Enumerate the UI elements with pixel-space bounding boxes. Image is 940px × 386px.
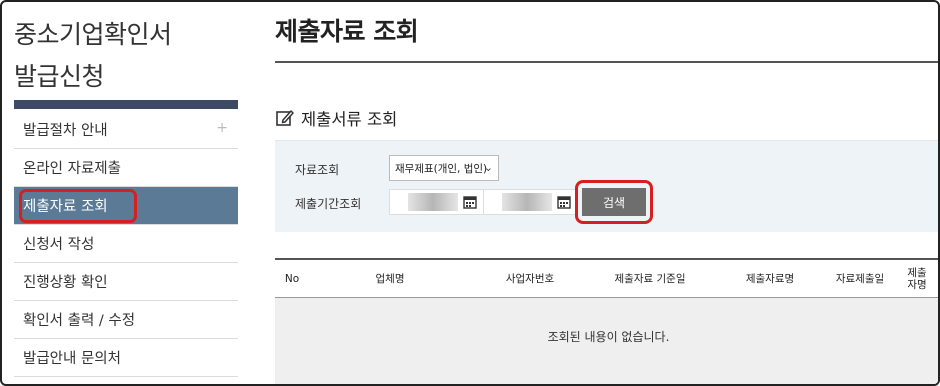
- chevron-down-icon: ⌄: [483, 161, 493, 174]
- sidebar-item-label: 진행상황 확인: [23, 275, 108, 291]
- data-type-select[interactable]: 재무제표(개인, 법인) ⌄: [389, 155, 499, 181]
- sidebar-item-contact[interactable]: 발급안내 문의처: [14, 339, 238, 377]
- edit-icon: [276, 110, 294, 126]
- highlight-box: [575, 180, 653, 224]
- highlight-box: [19, 189, 137, 223]
- sidebar-item-online-submit[interactable]: 온라인 자료제출: [14, 149, 238, 187]
- column-header-submit-date: 자료제출일: [835, 273, 885, 285]
- search-panel: 자료조회 재무제표(개인, 법인) ⌄ 제출기간조회 검색: [275, 140, 938, 232]
- sidebar-item-issue-procedure[interactable]: 발급절차 안내 +: [14, 111, 238, 149]
- sidebar-title: 중소기업확인서 발급신청: [14, 14, 172, 98]
- sidebar-title-line1: 중소기업확인서: [14, 20, 172, 49]
- sidebar-item-label: 발급안내 문의처: [23, 351, 121, 367]
- calendar-icon[interactable]: [463, 195, 477, 209]
- sidebar-title-line2: 발급신청: [14, 62, 105, 91]
- column-header-document-name: 제출자료명: [745, 273, 795, 285]
- section-title-text: 제출서류 조회: [301, 110, 398, 129]
- results-table: No 업체명 사업자번호 제출자료 기준일 제출자료명 자료제출일 제출자명 조…: [275, 258, 938, 384]
- sidebar-item-label: 온라인 자료제출: [23, 161, 121, 177]
- data-type-select-value: 재무제표(개인, 법인): [395, 162, 488, 175]
- start-date-field[interactable]: [389, 189, 484, 215]
- sidebar-item-certificate-print[interactable]: 확인서 출력 / 수정: [14, 301, 238, 339]
- sidebar-item-label: 발급절차 안내: [23, 123, 108, 139]
- column-header-company: 업체명: [375, 273, 405, 285]
- title-divider: [275, 61, 938, 63]
- sidebar-item-application-write[interactable]: 신청서 작성: [14, 225, 238, 263]
- period-lookup-label: 제출기간조회: [295, 197, 362, 211]
- end-date-field[interactable]: [483, 189, 578, 215]
- page-title: 제출자료 조회: [275, 17, 419, 46]
- sidebar: 중소기업확인서 발급신청 발급절차 안내 + 온라인 자료제출 제출자료 조회 …: [2, 2, 240, 384]
- sidebar-item-progress-check[interactable]: 진행상황 확인: [14, 263, 238, 301]
- redacted-date: [408, 193, 458, 211]
- redacted-date: [502, 193, 552, 211]
- sidebar-item-submitted-lookup[interactable]: 제출자료 조회: [14, 187, 238, 225]
- main-content: 제출자료 조회 제출서류 조회 자료조회 재무제표(개인, 법인) ⌄ 제출기간…: [275, 2, 938, 384]
- window-frame: 중소기업확인서 발급신청 발급절차 안내 + 온라인 자료제출 제출자료 조회 …: [0, 0, 940, 386]
- column-header-submitter: 제출자명: [907, 267, 927, 291]
- sidebar-accent-bar: [14, 100, 238, 109]
- calendar-icon[interactable]: [557, 195, 571, 209]
- column-header-base-date: 제출자료 기준일: [614, 273, 686, 285]
- table-body: 조회된 내용이 없습니다.: [275, 298, 938, 384]
- plus-icon: +: [216, 120, 228, 136]
- column-header-business-number: 사업자번호: [505, 273, 555, 285]
- section-title: 제출서류 조회: [275, 106, 397, 130]
- sidebar-item-label: 확인서 출력 / 수정: [23, 313, 136, 329]
- sidebar-item-label: 신청서 작성: [23, 237, 95, 253]
- table-header: No 업체명 사업자번호 제출자료 기준일 제출자료명 자료제출일 제출자명: [275, 258, 938, 298]
- sidebar-nav: 발급절차 안내 + 온라인 자료제출 제출자료 조회 신청서 작성 진행상황 확…: [14, 111, 238, 377]
- data-lookup-label: 자료조회: [295, 163, 340, 177]
- empty-message: 조회된 내용이 없습니다.: [547, 330, 670, 344]
- column-header-no: No: [284, 273, 300, 285]
